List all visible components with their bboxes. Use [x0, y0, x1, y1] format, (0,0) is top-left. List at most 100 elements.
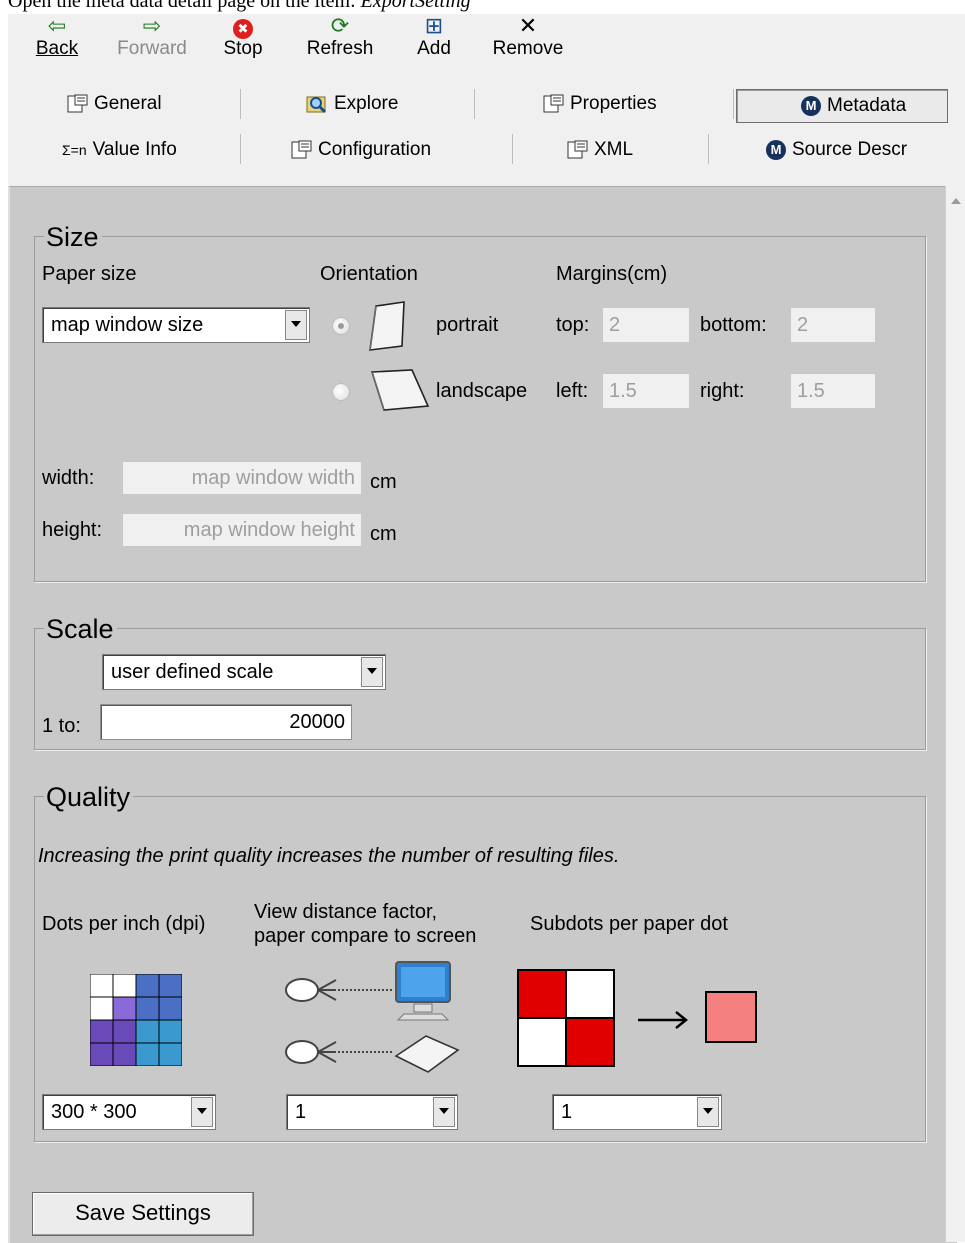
- remove-button[interactable]: ✕ Remove: [486, 14, 570, 60]
- landscape-radio[interactable]: [332, 383, 350, 401]
- tab-general-label: General: [94, 93, 162, 114]
- paper-size-select[interactable]: map window size: [42, 307, 310, 343]
- subdots-select[interactable]: 1: [552, 1094, 722, 1130]
- quality-legend: Quality: [44, 782, 134, 812]
- paper-size-label: Paper size: [42, 263, 137, 285]
- landscape-label: landscape: [436, 380, 528, 402]
- subdots-icon: [517, 969, 757, 1067]
- tab-xml[interactable]: XML: [566, 138, 633, 162]
- orientation-label: Orientation: [320, 263, 418, 285]
- dpi-value: 300 * 300: [51, 1101, 137, 1123]
- tab-explore[interactable]: Explore: [306, 92, 398, 116]
- margin-left-label: left:: [556, 380, 589, 402]
- portrait-radio[interactable]: [332, 317, 350, 335]
- forward-arrow-icon: ⇨: [142, 13, 162, 38]
- vertical-scrollbar[interactable]: [945, 186, 965, 1242]
- tab-configuration-label: Configuration: [318, 139, 432, 160]
- add-icon: ⊞: [424, 13, 444, 38]
- toolbar-area: ⇦ Back ⇨ Forward ✖ Stop ⟳ Refresh ⊞ Add …: [8, 14, 965, 186]
- subdots-label: Subdots per paper dot: [530, 913, 728, 935]
- tab-metadata-label: Metadata: [827, 95, 907, 116]
- back-label: Back: [35, 38, 79, 59]
- explore-magnifier-icon: [306, 94, 328, 114]
- quality-note: Increasing the print quality increases t…: [38, 845, 620, 867]
- properties-sheet-icon: [66, 94, 88, 114]
- stop-label: Stop: [223, 38, 263, 59]
- tab-metadata[interactable]: M Metadata: [736, 89, 948, 123]
- tab-value-info-label: Value Info: [92, 139, 177, 160]
- view-distance-value: 1: [295, 1101, 307, 1123]
- tab-general[interactable]: General: [66, 92, 162, 116]
- chevron-down-icon[interactable]: [361, 657, 383, 687]
- refresh-button[interactable]: ⟳ Refresh: [304, 14, 376, 60]
- width-field[interactable]: map window width: [122, 461, 362, 495]
- tab-separator: [240, 89, 241, 119]
- remove-icon: ✕: [518, 13, 538, 38]
- margin-left-field[interactable]: 1.5: [602, 373, 690, 409]
- tab-separator: [474, 89, 475, 119]
- tab-source-descr[interactable]: M Source Descr: [766, 138, 907, 162]
- size-legend: Size: [44, 222, 102, 252]
- caption-item: ExportSetting: [360, 0, 471, 12]
- forward-button[interactable]: ⇨ Forward: [114, 14, 190, 60]
- margin-top-label: top:: [556, 314, 590, 336]
- back-arrow-icon: ⇦: [47, 13, 67, 38]
- tab-separator: [733, 89, 734, 119]
- scale-mode-select[interactable]: user defined scale: [102, 654, 386, 690]
- tab-configuration[interactable]: Configuration: [290, 138, 431, 162]
- paper-size-value: map window size: [51, 314, 204, 336]
- margin-right-field[interactable]: 1.5: [790, 373, 876, 409]
- height-field[interactable]: map window height: [122, 513, 362, 547]
- view-distance-icon: [285, 961, 460, 1073]
- refresh-label: Refresh: [306, 38, 374, 59]
- stop-icon: ✖: [218, 14, 268, 39]
- forward-label: Forward: [117, 38, 187, 59]
- scale-denominator-field[interactable]: 20000: [100, 704, 352, 740]
- margins-label: Margins(cm): [556, 263, 668, 285]
- view-distance-label: View distance factor, paper compare to s…: [254, 900, 476, 948]
- tab-explore-label: Explore: [334, 93, 399, 114]
- landscape-paper-icon: [370, 369, 430, 411]
- dpi-label: Dots per inch (dpi): [42, 913, 206, 935]
- width-unit: cm: [370, 471, 397, 493]
- stop-button[interactable]: ✖ Stop: [218, 14, 268, 60]
- subdots-value: 1: [561, 1101, 573, 1123]
- scale-legend: Scale: [44, 614, 117, 644]
- width-label: width:: [42, 467, 95, 489]
- tab-separator: [512, 134, 513, 164]
- margin-bottom-field[interactable]: 2: [790, 307, 876, 343]
- properties-sheet-icon: [566, 140, 588, 160]
- one-to-label: 1 to:: [42, 715, 81, 737]
- scale-mode-value: user defined scale: [111, 661, 274, 683]
- chevron-down-icon[interactable]: [285, 310, 307, 340]
- metadata-m-icon: M: [766, 140, 786, 160]
- back-button[interactable]: ⇦ Back: [32, 14, 82, 60]
- add-button[interactable]: ⊞ Add: [410, 14, 458, 60]
- tab-value-info[interactable]: Σ=n Value Info: [62, 138, 177, 162]
- tab-separator: [708, 134, 709, 164]
- view-distance-select[interactable]: 1: [286, 1094, 458, 1130]
- value-info-sigma-icon: Σ=n: [62, 142, 87, 158]
- metadata-m-icon: M: [801, 96, 821, 116]
- portrait-label: portrait: [436, 314, 499, 336]
- tab-properties-label: Properties: [570, 93, 657, 114]
- chevron-down-icon[interactable]: [191, 1097, 213, 1127]
- view-distance-label-line2: paper compare to screen: [254, 925, 477, 947]
- remove-label: Remove: [492, 38, 564, 59]
- view-distance-label-line1: View distance factor,: [254, 901, 438, 923]
- margin-top-field[interactable]: 2: [602, 307, 690, 343]
- add-label: Add: [417, 38, 451, 59]
- save-settings-button[interactable]: Save Settings: [32, 1192, 254, 1236]
- refresh-icon: ⟳: [330, 13, 350, 38]
- properties-sheet-icon: [290, 140, 312, 160]
- scroll-up-arrow-icon[interactable]: [951, 198, 961, 204]
- height-unit: cm: [370, 523, 397, 545]
- chevron-down-icon[interactable]: [433, 1097, 455, 1127]
- tab-separator: [240, 134, 241, 164]
- tab-properties[interactable]: Properties: [542, 92, 657, 116]
- dpi-select[interactable]: 300 * 300: [42, 1094, 216, 1130]
- tab-xml-label: XML: [594, 139, 634, 160]
- margin-right-label: right:: [700, 380, 745, 402]
- caption-prefix: Open the meta data detail page on the it…: [8, 0, 361, 12]
- chevron-down-icon[interactable]: [697, 1097, 719, 1127]
